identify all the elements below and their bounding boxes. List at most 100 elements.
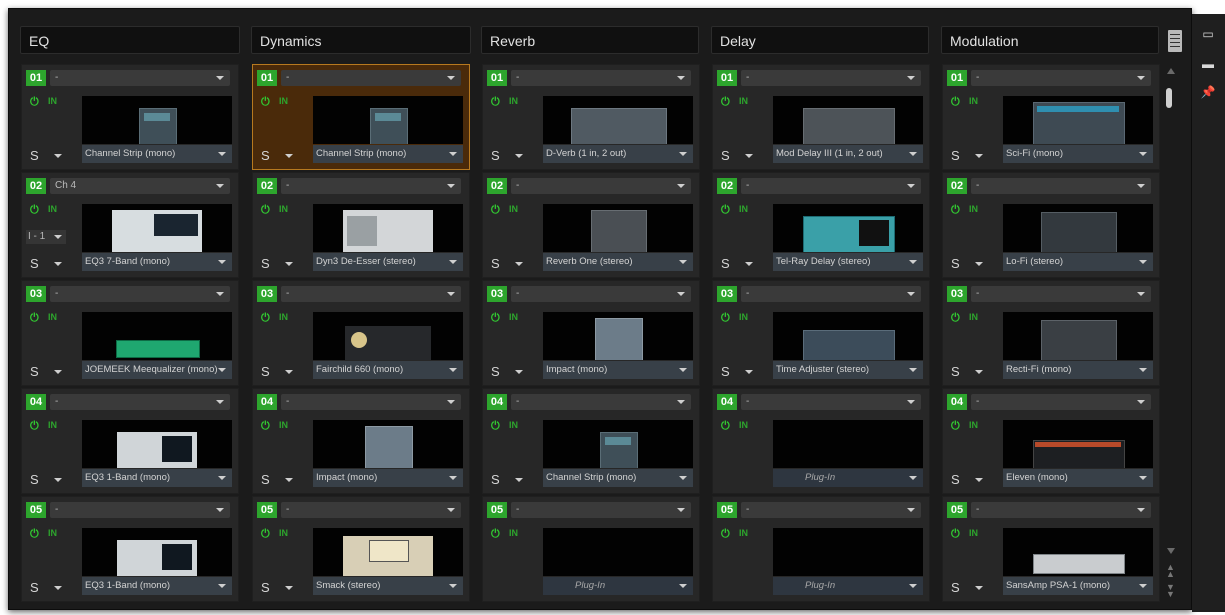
power-icon[interactable]: ⏻ bbox=[491, 312, 500, 325]
routing-dropdown[interactable]: - bbox=[281, 286, 461, 302]
insert-slot[interactable]: 03- ⏻ IN S Impact (mono) bbox=[482, 280, 700, 386]
chevron-down-icon[interactable] bbox=[975, 154, 983, 158]
chevron-down-icon[interactable] bbox=[54, 586, 62, 590]
chevron-down-icon[interactable] bbox=[975, 370, 983, 374]
insert-slot[interactable]: 01- ⏻ IN S D-Verb (1 in, 2 out) bbox=[482, 64, 700, 170]
power-icon[interactable]: ⏻ bbox=[951, 312, 960, 325]
routing-dropdown[interactable]: - bbox=[50, 502, 230, 518]
chevron-down-icon[interactable] bbox=[515, 478, 523, 482]
insert-slot[interactable]: 05- ⏻ IN S Smack (stereo) bbox=[252, 496, 470, 602]
plugin-selector[interactable]: Time Adjuster (stereo) bbox=[773, 361, 923, 379]
plugin-selector[interactable]: Dyn3 De-Esser (stereo) bbox=[313, 253, 463, 271]
chevron-down-icon[interactable] bbox=[285, 154, 293, 158]
input-button[interactable]: IN bbox=[969, 96, 978, 106]
input-button[interactable]: IN bbox=[969, 312, 978, 322]
section-header-modulation[interactable]: Modulation bbox=[941, 26, 1159, 54]
routing-dropdown[interactable]: - bbox=[281, 70, 461, 86]
insert-slot[interactable]: 03- ⏻ IN S Time Adjuster (stereo) bbox=[712, 280, 930, 386]
power-icon[interactable]: ⏻ bbox=[30, 312, 39, 325]
insert-slot[interactable]: 04- ⏻ IN S Eleven (mono) bbox=[942, 388, 1160, 494]
routing-dropdown[interactable]: - bbox=[511, 70, 691, 86]
plugin-selector[interactable]: Lo-Fi (stereo) bbox=[1003, 253, 1153, 271]
solo-button[interactable]: S bbox=[261, 364, 270, 379]
solo-button[interactable]: S bbox=[491, 148, 500, 163]
plugin-preview[interactable] bbox=[773, 420, 923, 468]
plugin-selector[interactable]: D-Verb (1 in, 2 out) bbox=[543, 145, 693, 163]
plugin-preview[interactable] bbox=[1003, 96, 1153, 144]
plugin-preview[interactable] bbox=[82, 96, 232, 144]
chevron-down-icon[interactable] bbox=[745, 370, 753, 374]
insert-slot[interactable]: 02 Ch 4 ⏻ IN I - 1 S EQ3 7-Band (mono) bbox=[21, 172, 239, 278]
input-button[interactable]: IN bbox=[48, 420, 57, 430]
insert-slot[interactable]: 02- ⏻ IN S Lo-Fi (stereo) bbox=[942, 172, 1160, 278]
section-header-delay[interactable]: Delay bbox=[711, 26, 929, 54]
plugin-preview[interactable] bbox=[773, 204, 923, 252]
section-header-eq[interactable]: EQ bbox=[20, 26, 240, 54]
plugin-preview[interactable] bbox=[773, 312, 923, 360]
plugin-preview[interactable] bbox=[313, 420, 463, 468]
chevron-down-icon[interactable] bbox=[975, 262, 983, 266]
plugin-preview[interactable] bbox=[313, 96, 463, 144]
power-icon[interactable]: ⏻ bbox=[491, 420, 500, 433]
plugin-selector[interactable]: Recti-Fi (mono) bbox=[1003, 361, 1153, 379]
insert-slot[interactable]: 03- ⏻ IN S Fairchild 660 (mono) bbox=[252, 280, 470, 386]
insert-slot[interactable]: 05- ⏻ IN S EQ3 1-Band (mono) bbox=[21, 496, 239, 602]
input-button[interactable]: IN bbox=[509, 204, 518, 214]
chevron-down-icon[interactable] bbox=[515, 154, 523, 158]
insert-slot[interactable]: 02- ⏻ IN S Reverb One (stereo) bbox=[482, 172, 700, 278]
power-icon[interactable]: ⏻ bbox=[261, 204, 270, 217]
power-icon[interactable]: ⏻ bbox=[491, 204, 500, 217]
plugin-preview[interactable] bbox=[773, 96, 923, 144]
routing-dropdown[interactable]: - bbox=[741, 502, 921, 518]
solo-button[interactable]: S bbox=[30, 472, 39, 487]
power-icon[interactable]: ⏻ bbox=[30, 204, 39, 217]
insert-slot[interactable]: 04- ⏻ IN S Channel Strip (mono) bbox=[482, 388, 700, 494]
chevron-down-icon[interactable] bbox=[745, 262, 753, 266]
plugin-preview[interactable] bbox=[543, 96, 693, 144]
insert-slot[interactable]: 03- ⏻ IN S JOEMEEK Meequalizer (mono) bbox=[21, 280, 239, 386]
routing-dropdown[interactable]: - bbox=[281, 394, 461, 410]
power-icon[interactable]: ⏻ bbox=[721, 312, 730, 325]
input-button[interactable]: IN bbox=[509, 420, 518, 430]
routing-dropdown[interactable]: - bbox=[511, 502, 691, 518]
plugin-preview[interactable] bbox=[773, 528, 923, 576]
plugin-selector[interactable]: Eleven (mono) bbox=[1003, 469, 1153, 487]
routing-dropdown[interactable]: - bbox=[971, 178, 1151, 194]
solo-button[interactable]: S bbox=[951, 364, 960, 379]
input-button[interactable]: IN bbox=[48, 528, 57, 538]
power-icon[interactable]: ⏻ bbox=[30, 420, 39, 433]
plugin-preview[interactable] bbox=[543, 312, 693, 360]
plugin-selector[interactable]: SansAmp PSA-1 (mono) bbox=[1003, 577, 1153, 595]
plugin-preview[interactable] bbox=[1003, 420, 1153, 468]
input-button[interactable]: IN bbox=[739, 204, 748, 214]
chevron-down-icon[interactable] bbox=[285, 478, 293, 482]
plugin-selector[interactable]: Reverb One (stereo) bbox=[543, 253, 693, 271]
solo-button[interactable]: S bbox=[491, 364, 500, 379]
chevron-down-icon[interactable] bbox=[515, 262, 523, 266]
insert-slot[interactable]: 01- ⏻ IN S Mod Delay III (1 in, 2 out) bbox=[712, 64, 930, 170]
plugin-selector[interactable]: EQ3 7-Band (mono) bbox=[82, 253, 232, 271]
routing-dropdown[interactable]: - bbox=[971, 394, 1151, 410]
solo-button[interactable]: S bbox=[721, 364, 730, 379]
input-button[interactable]: IN bbox=[279, 312, 288, 322]
routing-dropdown[interactable]: - bbox=[511, 394, 691, 410]
section-header-dynamics[interactable]: Dynamics bbox=[251, 26, 471, 54]
input-button[interactable]: IN bbox=[48, 312, 57, 322]
plugin-selector[interactable]: Impact (mono) bbox=[543, 361, 693, 379]
chevron-down-icon[interactable] bbox=[975, 478, 983, 482]
input-button[interactable]: IN bbox=[48, 204, 57, 214]
routing-dropdown[interactable]: - bbox=[50, 394, 230, 410]
insert-slot[interactable]: 01- ⏻ IN S Channel Strip (mono) bbox=[252, 64, 470, 170]
input-button[interactable]: IN bbox=[48, 96, 57, 106]
scroll-thumb[interactable] bbox=[1166, 88, 1172, 108]
plugin-preview[interactable] bbox=[313, 312, 463, 360]
plugin-preview[interactable] bbox=[82, 420, 232, 468]
input-button[interactable]: IN bbox=[509, 528, 518, 538]
input-button[interactable]: IN bbox=[969, 204, 978, 214]
chevron-down-icon[interactable] bbox=[975, 586, 983, 590]
insert-slot[interactable]: 04- ⏻ IN S Impact (mono) bbox=[252, 388, 470, 494]
input-button[interactable]: IN bbox=[969, 420, 978, 430]
plugin-preview[interactable] bbox=[82, 312, 232, 360]
chevron-down-icon[interactable] bbox=[285, 370, 293, 374]
power-icon[interactable]: ⏻ bbox=[491, 528, 500, 541]
